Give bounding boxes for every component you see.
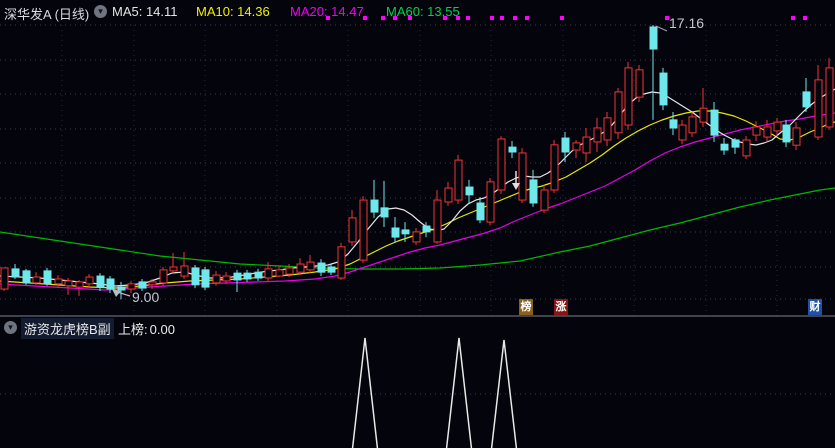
badge-bang[interactable]: 榜 xyxy=(519,299,533,315)
symbol-title: 深华发A (日线) xyxy=(4,7,90,22)
ma10-legend: MA10: 14.36 xyxy=(196,4,270,19)
indicator-metric-label: 上榜: xyxy=(118,322,148,337)
stock-chart-window: 深华发A (日线) MA5: 14.11 MA10: 14.36 MA20: 1… xyxy=(0,0,835,448)
ma5-legend: MA5: 14.11 xyxy=(112,4,178,19)
chevron-down-icon[interactable] xyxy=(94,5,107,18)
ma60-legend: MA60: 13.55 xyxy=(386,4,460,19)
badge-cai[interactable]: 财 xyxy=(808,299,822,315)
ma20-legend: MA20: 14.47 xyxy=(290,4,364,19)
indicator-metric: 上榜: 0.00 xyxy=(118,319,177,338)
chart-canvas[interactable] xyxy=(0,0,835,448)
indicator-title[interactable]: 游资龙虎榜B副 xyxy=(21,318,114,339)
chevron-down-icon[interactable] xyxy=(4,321,17,334)
low-price-label: 9.00 xyxy=(132,289,160,305)
badge-zhang[interactable]: 涨 xyxy=(554,299,568,315)
peak-price-label: 17.16 xyxy=(669,15,705,31)
indicator-metric-value: 0.00 xyxy=(149,322,175,337)
